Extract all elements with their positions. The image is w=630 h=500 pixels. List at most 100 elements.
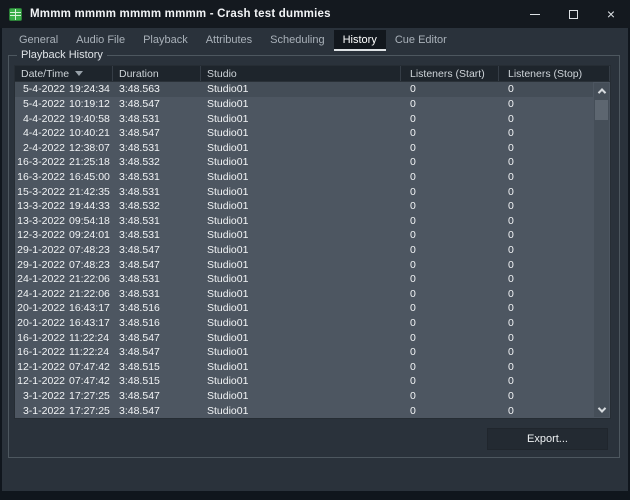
table-row[interactable]: 20-1-202216:43:17 3:48.516 Studio01 0 0 <box>15 316 593 331</box>
cell-datetime: 12-1-202207:47:42 <box>15 375 113 387</box>
column-header-listeners-start[interactable]: Listeners (Start) <box>401 66 499 81</box>
table-header: Date/Time Duration Studio Listeners (Start)… <box>15 66 610 82</box>
cell-studio: Studio01 <box>201 390 401 402</box>
cell-duration: 3:48.531 <box>113 288 201 300</box>
tab-audio-file[interactable]: Audio File <box>67 30 134 51</box>
playback-history-group: Playback History Date/TimeDurationStudio… <box>8 55 620 458</box>
cell-listeners-stop: 0 <box>499 390 593 402</box>
cell-listeners-start: 0 <box>401 142 499 154</box>
tab-cue-editor[interactable]: Cue Editor <box>386 30 456 51</box>
table-row[interactable]: 29-1-202207:48:23 3:48.547 Studio01 0 0 <box>15 257 593 272</box>
table-row[interactable]: 12-3-202209:24:01 3:48.531 Studio01 0 0 <box>15 228 593 243</box>
export-history-button[interactable]: Export... <box>487 428 608 450</box>
column-header-duration[interactable]: Duration <box>113 66 201 81</box>
cell-listeners-stop: 0 <box>499 361 593 373</box>
vertical-scrollbar[interactable] <box>594 83 609 417</box>
table-row[interactable]: 16-3-202216:45:00 3:48.531 Studio01 0 0 <box>15 170 593 185</box>
cell-datetime: 4-4-202219:40:58 <box>15 113 113 125</box>
cell-listeners-start: 0 <box>401 375 499 387</box>
column-label: Listeners (Start) <box>410 68 485 80</box>
cell-listeners-start: 0 <box>401 98 499 110</box>
table-row[interactable]: 13-3-202219:44:33 3:48.532 Studio01 0 0 <box>15 199 593 214</box>
close-button[interactable]: × <box>592 0 630 28</box>
cell-duration: 3:48.531 <box>113 113 201 125</box>
column-label: Studio <box>207 68 237 80</box>
table-row[interactable]: 24-1-202221:22:06 3:48.531 Studio01 0 0 <box>15 272 593 287</box>
table-row[interactable]: 12-1-202207:47:42 3:48.515 Studio01 0 0 <box>15 360 593 375</box>
cell-listeners-start: 0 <box>401 361 499 373</box>
scroll-up-button[interactable] <box>594 83 609 98</box>
table-row[interactable]: 20-1-202216:43:17 3:48.516 Studio01 0 0 <box>15 301 593 316</box>
cell-listeners-stop: 0 <box>499 171 593 183</box>
cell-listeners-start: 0 <box>401 259 499 271</box>
cell-listeners-stop: 0 <box>499 98 593 110</box>
cell-duration: 3:48.515 <box>113 375 201 387</box>
cell-datetime: 24-1-202221:22:06 <box>15 273 113 285</box>
cell-listeners-stop: 0 <box>499 288 593 300</box>
table-row[interactable]: 16-1-202211:22:24 3:48.547 Studio01 0 0 <box>15 330 593 345</box>
table-row[interactable]: 2-4-202212:38:07 3:48.531 Studio01 0 0 <box>15 140 593 155</box>
cell-duration: 3:48.547 <box>113 127 201 139</box>
cell-duration: 3:48.531 <box>113 273 201 285</box>
cell-listeners-stop: 0 <box>499 375 593 387</box>
cell-datetime: 5-4-202219:24:34 <box>15 83 113 95</box>
column-header-listeners-stop[interactable]: Listeners (Stop) <box>499 66 610 81</box>
cell-listeners-stop: 0 <box>499 229 593 241</box>
cell-datetime: 24-1-202221:22:06 <box>15 288 113 300</box>
cell-duration: 3:48.547 <box>113 244 201 256</box>
table-row[interactable]: 3-1-202217:27:25 3:48.547 Studio01 0 0 <box>15 389 593 404</box>
table-row[interactable]: 16-3-202221:25:18 3:48.532 Studio01 0 0 <box>15 155 593 170</box>
column-header-studio[interactable]: Studio <box>201 66 401 81</box>
cell-listeners-stop: 0 <box>499 302 593 314</box>
window-title: Mmmm mmmm mmmm mmmm - Crash test dummies <box>30 8 331 20</box>
table-row[interactable]: 5-4-202210:19:12 3:48.547 Studio01 0 0 <box>15 97 593 112</box>
table-row[interactable]: 29-1-202207:48:23 3:48.547 Studio01 0 0 <box>15 243 593 258</box>
table-row[interactable]: 15-3-202221:42:35 3:48.531 Studio01 0 0 <box>15 184 593 199</box>
table-row[interactable]: 16-1-202211:22:24 3:48.547 Studio01 0 0 <box>15 345 593 360</box>
cell-studio: Studio01 <box>201 142 401 154</box>
table-body: 5-4-202219:24:34 3:48.563 Studio01 0 0 5… <box>15 82 593 418</box>
window-controls: × <box>516 0 630 28</box>
cell-studio: Studio01 <box>201 273 401 285</box>
minimize-button[interactable] <box>516 0 554 28</box>
cell-listeners-start: 0 <box>401 171 499 183</box>
cell-listeners-stop: 0 <box>499 142 593 154</box>
cell-datetime: 16-3-202221:25:18 <box>15 156 113 168</box>
scrollbar-thumb[interactable] <box>595 100 608 120</box>
column-header-date-time[interactable]: Date/Time <box>15 66 113 81</box>
tab-scheduling[interactable]: Scheduling <box>261 30 333 51</box>
chevron-up-icon <box>597 88 605 96</box>
cell-listeners-start: 0 <box>401 332 499 344</box>
cell-listeners-stop: 0 <box>499 405 593 417</box>
cell-duration: 3:48.532 <box>113 156 201 168</box>
cell-listeners-start: 0 <box>401 229 499 241</box>
cell-listeners-stop: 0 <box>499 127 593 139</box>
table-row[interactable]: 3-1-202217:27:25 3:48.547 Studio01 0 0 <box>15 403 593 418</box>
cell-studio: Studio01 <box>201 113 401 125</box>
cell-duration: 3:48.531 <box>113 171 201 183</box>
column-label: Date/Time <box>21 68 69 80</box>
cell-listeners-start: 0 <box>401 302 499 314</box>
table-row[interactable]: 4-4-202219:40:58 3:48.531 Studio01 0 0 <box>15 111 593 126</box>
cell-datetime: 20-1-202216:43:17 <box>15 302 113 314</box>
cell-listeners-start: 0 <box>401 200 499 212</box>
table-row[interactable]: 12-1-202207:47:42 3:48.515 Studio01 0 0 <box>15 374 593 389</box>
table-row[interactable]: 4-4-202210:40:21 3:48.547 Studio01 0 0 <box>15 126 593 141</box>
tab-playback[interactable]: Playback <box>134 30 197 51</box>
cell-duration: 3:48.516 <box>113 317 201 329</box>
cell-studio: Studio01 <box>201 98 401 110</box>
cell-duration: 3:48.547 <box>113 346 201 358</box>
tab-attributes[interactable]: Attributes <box>197 30 261 51</box>
maximize-button[interactable] <box>554 0 592 28</box>
cell-duration: 3:48.532 <box>113 200 201 212</box>
cell-duration: 3:48.531 <box>113 142 201 154</box>
cell-listeners-start: 0 <box>401 405 499 417</box>
table-row[interactable]: 5-4-202219:24:34 3:48.563 Studio01 0 0 <box>15 82 593 97</box>
scroll-down-button[interactable] <box>594 402 609 417</box>
cell-studio: Studio01 <box>201 244 401 256</box>
tab-history[interactable]: History <box>334 30 386 51</box>
table-row[interactable]: 13-3-202209:54:18 3:48.531 Studio01 0 0 <box>15 213 593 228</box>
table-row[interactable]: 24-1-202221:22:06 3:48.531 Studio01 0 0 <box>15 287 593 302</box>
cell-listeners-stop: 0 <box>499 332 593 344</box>
tab-general[interactable]: General <box>10 30 67 51</box>
